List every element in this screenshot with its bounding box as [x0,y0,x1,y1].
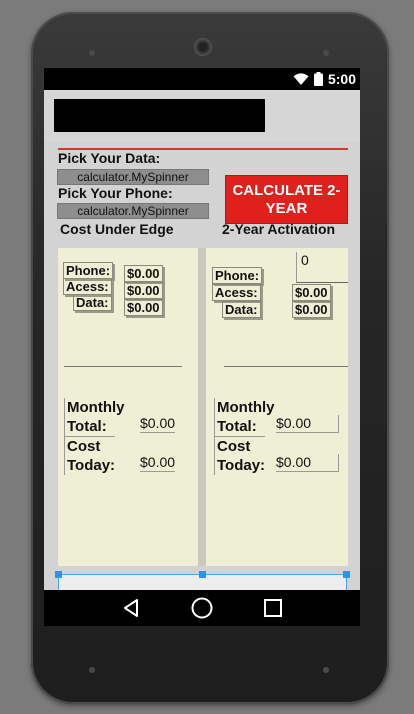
data-label: Data: [222,301,261,318]
device-screen: 5:00 Pick Your Data: calculator.MySpinne… [44,68,360,626]
resize-handle[interactable] [343,571,350,578]
app-title [54,99,265,132]
home-button[interactable] [182,590,222,626]
access-cost-value: $0.00 [124,282,163,299]
panel-separator [198,248,206,566]
monthly-label-line1: Monthly [217,399,275,416]
edge-cost-panel: Phone: Acess: Data: $0.00 $0.00 $0.00 Mo… [58,248,198,566]
data-label: Data: [73,294,112,311]
access-label: Acess: [63,278,112,295]
cost-label-line2: Today: [217,457,266,474]
phone-cost-value: $0.00 [124,265,163,282]
left-panel-heading: Cost Under Edge [60,221,174,237]
phone-cost-input[interactable]: 0 [296,252,348,283]
recents-button[interactable] [253,590,293,626]
cost-label-line1: Cost [217,438,251,455]
panel-divider [64,366,182,367]
cost-today-value: $0.00 [276,454,339,472]
speaker-dot [323,667,329,673]
monthly-label-line2: Total: [67,418,107,435]
cost-today-value: $0.00 [140,454,176,472]
monthly-label-line2: Total: [217,418,257,435]
status-time: 5:00 [327,71,356,87]
monthly-total-label: Monthly Total: [64,398,125,436]
resize-handle[interactable] [199,571,206,578]
monthly-label-line1: Monthly [67,399,125,416]
monthly-total-value: $0.00 [140,415,176,433]
navigation-bar [44,590,360,626]
phone-label: Phone: [212,267,263,284]
battery-icon [313,72,323,86]
right-panel-heading: 2-Year Activation [222,221,336,237]
monthly-total-value: $0.00 [276,415,339,433]
status-bar: 5:00 [44,68,360,90]
back-icon [124,599,138,617]
cost-today-label: Cost Today: [214,436,266,475]
speaker-dot [89,667,95,673]
phone-label: Phone: [63,262,114,279]
access-cost-value: $0.00 [292,284,331,301]
data-cost-value: $0.00 [292,301,331,318]
activation-cost-panel: Phone: Acess: Data: 0 $0.00 $0.00 Monthl… [206,248,348,566]
data-spinner[interactable]: calculator.MySpinner [57,169,209,185]
cost-label-line1: Cost [67,438,101,455]
cost-today-label: Cost Today: [64,436,116,475]
front-camera [194,38,212,56]
speaker-dot [89,50,95,56]
data-cost-value: $0.00 [124,299,163,316]
pick-data-label: Pick Your Data: [58,150,161,166]
recents-icon [264,599,282,617]
home-icon [191,597,213,619]
action-bar [44,90,360,142]
cost-label-line2: Today: [67,457,116,474]
pick-phone-label: Pick Your Phone: [58,185,173,201]
back-button[interactable] [111,590,151,626]
phone-spinner[interactable]: calculator.MySpinner [57,203,209,219]
resize-handle[interactable] [55,571,62,578]
speaker-dot [323,50,329,56]
access-label: Acess: [212,284,261,301]
calculate-button[interactable]: CALCULATE 2-YEAR [225,175,348,224]
main-content: Pick Your Data: calculator.MySpinner Pic… [44,142,360,626]
panel-divider [224,366,348,367]
wifi-icon [293,72,309,85]
monthly-total-label: Monthly Total: [214,398,275,436]
